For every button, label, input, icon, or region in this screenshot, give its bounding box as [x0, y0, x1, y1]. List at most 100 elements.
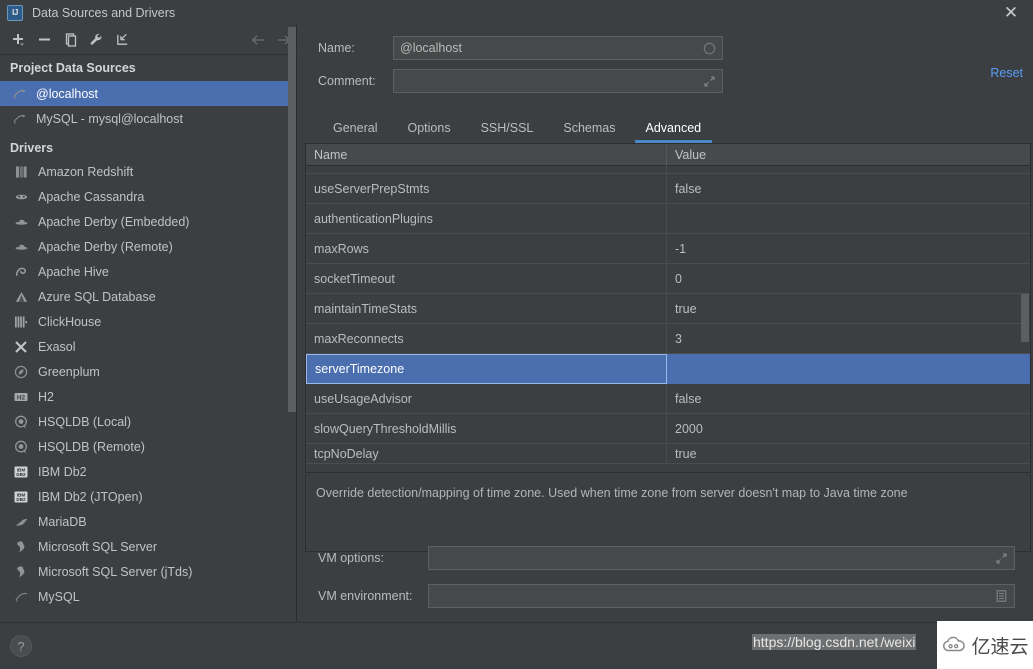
driver-item-apache-hive[interactable]: Apache Hive	[0, 259, 296, 284]
driver-item-label: IBM Db2	[38, 464, 87, 479]
tab-schemas[interactable]: Schemas	[548, 115, 630, 141]
sidebar-item-localhost[interactable]: @localhost	[0, 81, 296, 106]
driver-item-ibm-db2-jtopen[interactable]: IBM DB2 IBM Db2 (JTOpen)	[0, 484, 296, 509]
driver-item-amazon-redshift[interactable]: Amazon Redshift	[0, 159, 296, 184]
vm-environment-input[interactable]	[428, 584, 1015, 608]
table-row[interactable]: useServerPrepStmts false	[306, 174, 1030, 204]
driver-item-ibm-db2[interactable]: IBM DB2 IBM Db2	[0, 459, 296, 484]
table-row[interactable]: useUsageAdvisor false	[306, 384, 1030, 414]
cell-name[interactable]: maintainTimeStats	[306, 294, 667, 323]
comment-field-row: Comment:	[318, 69, 1028, 93]
cell-value	[667, 166, 1030, 173]
expand-icon[interactable]	[702, 74, 716, 88]
driver-item-hsqldb-local[interactable]: HSQLDB (Local)	[0, 409, 296, 434]
driver-item-label: Greenplum	[38, 364, 100, 379]
driver-item-hsqldb-remote[interactable]: HSQLDB (Remote)	[0, 434, 296, 459]
tab-general[interactable]: General	[318, 115, 392, 141]
table-row[interactable]: socketTimeout 0	[306, 264, 1030, 294]
cell-name-editing[interactable]: serverTimezone	[306, 354, 667, 384]
comment-label: Comment:	[318, 74, 376, 88]
close-icon[interactable]: ✕	[989, 0, 1033, 25]
expand-icon[interactable]	[994, 551, 1008, 565]
copy-icon[interactable]	[57, 28, 83, 52]
driver-item-label: HSQLDB (Local)	[38, 414, 132, 429]
table-row[interactable]: slowQueryThresholdMillis 2000	[306, 414, 1030, 444]
svg-text:DB2: DB2	[16, 497, 26, 502]
db2-icon: IBM DB2	[12, 464, 30, 480]
advanced-properties-table: Name Value useServerPrepStmts false auth…	[305, 143, 1031, 473]
table-row-selected[interactable]: serverTimezone	[306, 354, 1030, 384]
driver-item-microsoft-sql-server[interactable]: Microsoft SQL Server	[0, 534, 296, 559]
cell-name[interactable]: socketTimeout	[306, 264, 667, 293]
driver-item-label: Microsoft SQL Server	[38, 539, 158, 554]
import-icon[interactable]	[109, 28, 135, 52]
cell-name[interactable]: maxReconnects	[306, 324, 667, 353]
cell-name[interactable]: tcpNoDelay	[306, 444, 667, 463]
tab-advanced[interactable]: Advanced	[631, 115, 717, 143]
driver-item-greenplum[interactable]: Greenplum	[0, 359, 296, 384]
watermark-url-part2: /weixi	[879, 634, 917, 650]
cell-name[interactable]: useServerPrepStmts	[306, 174, 667, 203]
tab-options[interactable]: Options	[392, 115, 465, 141]
name-input[interactable]: @localhost	[393, 36, 723, 60]
add-button[interactable]	[5, 28, 31, 52]
svg-text:H2: H2	[17, 394, 26, 401]
list-icon[interactable]	[994, 589, 1008, 603]
reset-link[interactable]: Reset	[990, 66, 1023, 80]
cell-value[interactable]	[667, 204, 1030, 233]
column-header-name[interactable]: Name	[306, 144, 667, 166]
driver-item-apache-cassandra[interactable]: Apache Cassandra	[0, 184, 296, 209]
table-row[interactable]: authenticationPlugins	[306, 204, 1030, 234]
remove-button[interactable]	[31, 28, 57, 52]
table-row[interactable]: maintainTimeStats true	[306, 294, 1030, 324]
driver-item-apache-derby-embedded[interactable]: Apache Derby (Embedded)	[0, 209, 296, 234]
sidebar-item-label: MySQL - mysql@localhost	[36, 111, 183, 126]
driver-item-mariadb[interactable]: MariaDB	[0, 509, 296, 534]
wrench-icon[interactable]	[83, 28, 109, 52]
data-sources-tree: Project Data Sources @localhost MySQL - …	[0, 55, 296, 645]
driver-item-label: Apache Derby (Remote)	[38, 239, 173, 254]
table-row[interactable]: maxReconnects 3	[306, 324, 1030, 354]
comment-input[interactable]	[393, 69, 723, 93]
name-field-row: Name: @localhost	[318, 36, 1028, 60]
cell-value[interactable]: 3	[667, 324, 1030, 353]
table-row[interactable]: tcpNoDelay true	[306, 444, 1030, 464]
driver-item-mysql[interactable]: MySQL	[0, 584, 296, 609]
hive-icon	[12, 264, 30, 280]
cell-name[interactable]: authenticationPlugins	[306, 204, 667, 233]
cell-value[interactable]: true	[667, 294, 1030, 323]
cell-value[interactable]: 2000	[667, 414, 1030, 443]
help-button[interactable]: ?	[10, 635, 32, 657]
sidebar-scrollbar-thumb[interactable]	[288, 27, 296, 412]
driver-item-clickhouse[interactable]: ClickHouse	[0, 309, 296, 334]
sidebar-scrollbar-track[interactable]	[288, 25, 296, 613]
column-header-value[interactable]: Value	[667, 144, 1030, 166]
cell-name[interactable]: useUsageAdvisor	[306, 384, 667, 413]
cell-name[interactable]: slowQueryThresholdMillis	[306, 414, 667, 443]
cell-value[interactable]: false	[667, 384, 1030, 413]
circle-icon[interactable]	[702, 41, 716, 55]
vm-environment-label: VM environment:	[318, 589, 413, 603]
driver-item-label: Microsoft SQL Server (jTds)	[38, 564, 193, 579]
cell-value[interactable]	[667, 354, 1030, 383]
cell-name[interactable]: maxRows	[306, 234, 667, 263]
cell-value[interactable]: 0	[667, 264, 1030, 293]
tab-ssh-ssl[interactable]: SSH/SSL	[466, 115, 549, 141]
vm-environment-row: VM environment:	[318, 584, 1028, 608]
driver-item-apache-derby-remote[interactable]: Apache Derby (Remote)	[0, 234, 296, 259]
driver-item-microsoft-sql-server-jtds[interactable]: Microsoft SQL Server (jTds)	[0, 559, 296, 584]
table-row[interactable]: maxRows -1	[306, 234, 1030, 264]
cell-value[interactable]: -1	[667, 234, 1030, 263]
table-scrollbar-thumb[interactable]	[1021, 294, 1029, 342]
cell-value[interactable]: false	[667, 174, 1030, 203]
vm-options-input[interactable]	[428, 546, 1015, 570]
driver-item-h2[interactable]: H2 H2	[0, 384, 296, 409]
sidebar-item-mysql-localhost[interactable]: MySQL - mysql@localhost	[0, 106, 296, 131]
cell-value[interactable]: true	[667, 444, 1030, 463]
driver-item-exasol[interactable]: Exasol	[0, 334, 296, 359]
back-button[interactable]	[245, 28, 271, 52]
driver-item-label: Apache Cassandra	[38, 189, 145, 204]
driver-item-azure-sql-database[interactable]: Azure SQL Database	[0, 284, 296, 309]
azure-icon	[12, 289, 30, 305]
cell-name	[306, 166, 667, 173]
